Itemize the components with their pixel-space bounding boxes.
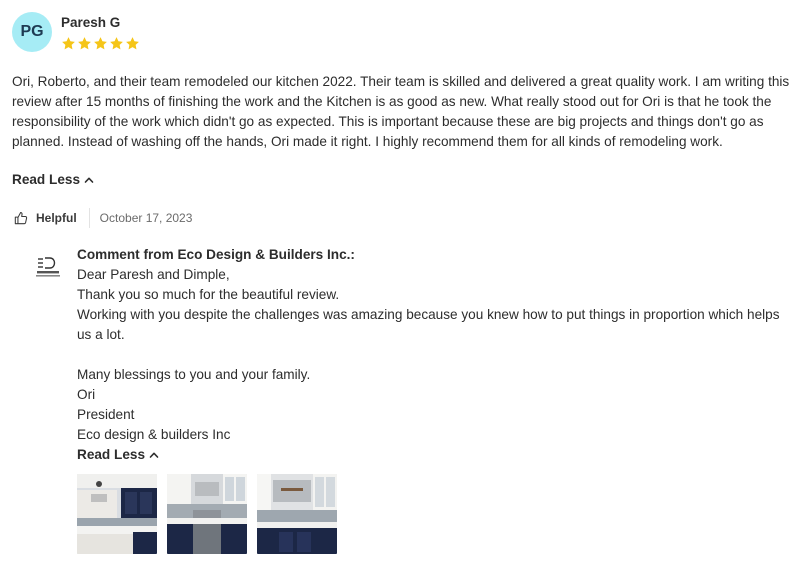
star-icon: [61, 36, 76, 51]
thumbs-up-icon: [14, 211, 28, 225]
star-rating: [61, 36, 141, 51]
divider: [88, 208, 90, 228]
star-icon: [125, 36, 140, 51]
read-less-label: Read Less: [77, 447, 146, 462]
read-less-label: Read Less: [12, 172, 81, 187]
comment-line: Ori: [77, 387, 96, 402]
reviewer-name[interactable]: Paresh G: [61, 14, 141, 31]
comment-line: Working with you despite the challenges …: [77, 307, 780, 342]
review-text: Ori, Roberto, and their team remodeled o…: [12, 74, 790, 149]
photo-gallery: [77, 474, 347, 554]
helpful-label: Helpful: [36, 211, 77, 225]
kitchen-photo-2[interactable]: [167, 474, 247, 554]
comment-line: Many blessings to you and your family.: [77, 367, 311, 382]
avatar[interactable]: PG: [12, 12, 52, 52]
reviewer-info: Paresh G: [61, 14, 141, 51]
chevron-up-icon: [149, 450, 159, 460]
kitchen-photo-3[interactable]: [257, 474, 337, 554]
comment-line: Thank you so much for the beautiful revi…: [77, 287, 340, 302]
comment-line: Eco design & builders Inc: [77, 427, 231, 442]
comment-line: [77, 345, 792, 365]
comment-read-less-button[interactable]: Read Less: [77, 445, 159, 465]
star-icon: [93, 36, 108, 51]
owner-comment: Comment from Eco Design & Builders Inc.:…: [77, 245, 792, 465]
business-logo: [33, 254, 63, 280]
comment-line: Dear Paresh and Dimple,: [77, 267, 230, 282]
review-actions: Helpful October 17, 2023: [14, 208, 192, 228]
kitchen-photo-1[interactable]: [77, 474, 157, 554]
reviewer-header: PG Paresh G: [12, 12, 141, 52]
review-date: October 17, 2023: [99, 211, 193, 225]
comment-title: Comment from Eco Design & Builders Inc.:: [77, 247, 355, 262]
chevron-up-icon: [84, 175, 94, 185]
read-less-button[interactable]: Read Less: [12, 172, 94, 187]
star-icon: [77, 36, 92, 51]
star-icon: [109, 36, 124, 51]
helpful-button[interactable]: Helpful: [14, 211, 77, 225]
comment-line: President: [77, 407, 135, 422]
